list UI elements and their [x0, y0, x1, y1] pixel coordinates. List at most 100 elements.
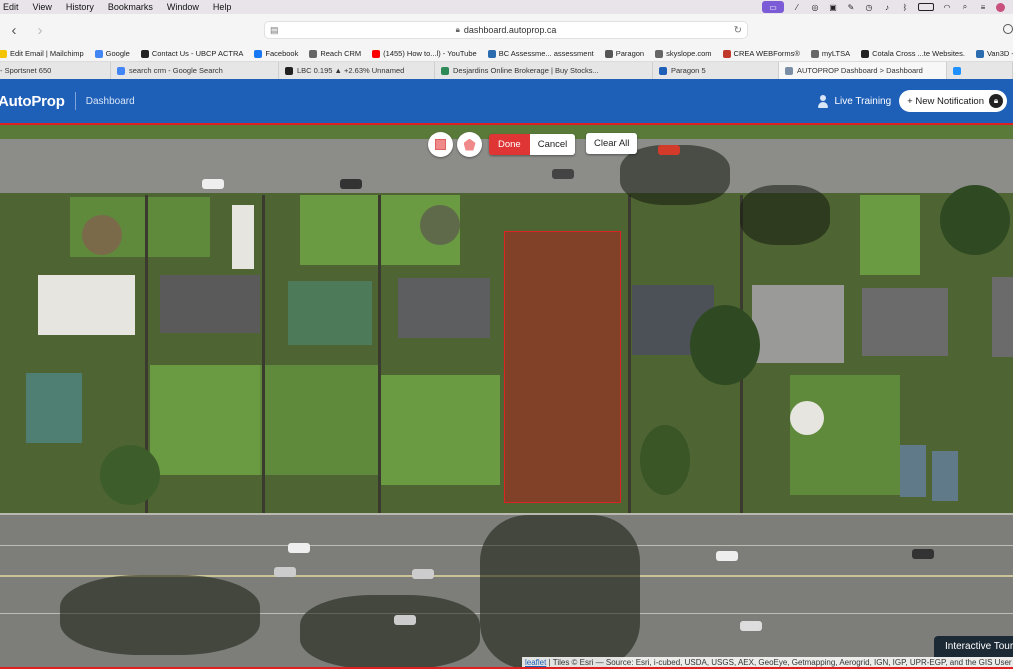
- live-training-link[interactable]: Live Training: [817, 94, 892, 108]
- control-center-icon[interactable]: ≡: [978, 3, 988, 12]
- time-machine-icon[interactable]: ◷: [864, 3, 874, 12]
- volume-icon[interactable]: ♪: [882, 3, 892, 12]
- leaflet-link[interactable]: leaflet: [525, 658, 546, 667]
- bookmarks-bar: Edit Email | Mailchimp Google Contact Us -…: [0, 46, 1013, 61]
- draw-rectangle-button[interactable]: [428, 132, 453, 157]
- extension-icon[interactable]: [1003, 24, 1013, 34]
- map-car: [552, 169, 574, 179]
- screen-share-icon[interactable]: ▭: [762, 1, 784, 13]
- bookmark-item[interactable]: myLTSA: [810, 49, 851, 58]
- menu-edit[interactable]: Edit: [0, 2, 26, 12]
- map-car: [658, 145, 680, 155]
- bookmark-label: (1455) How to...l) - YouTube: [383, 49, 477, 58]
- tab-favicon-icon: [117, 66, 125, 75]
- browser-tab[interactable]: search crm - Google Search: [111, 62, 279, 79]
- draw-polygon-button[interactable]: [457, 132, 482, 157]
- selected-parcel-polygon[interactable]: [504, 231, 621, 503]
- browser-tab[interactable]: - Sportsnet 650: [0, 62, 111, 79]
- browser-tab[interactable]: LBC 0.195 ▲ +2.63% Unnamed: [279, 62, 435, 79]
- browser-tab[interactable]: [947, 62, 1013, 79]
- reload-icon[interactable]: ↻: [734, 25, 742, 36]
- new-notification-label: + New Notification: [907, 95, 984, 107]
- bookmark-favicon-icon: [655, 49, 664, 58]
- bluetooth-icon[interactable]: ᛒ: [900, 3, 910, 12]
- map-tree-shadow: [740, 185, 830, 245]
- clear-all-button[interactable]: Clear All: [586, 133, 638, 154]
- autoprop-logo[interactable]: AutoProp: [0, 93, 65, 110]
- browser-toolbar: ‹ › ▤ 🔒︎ dashboard.autoprop.ca ↻: [0, 14, 1013, 46]
- map-building: [932, 451, 958, 501]
- bookmark-favicon-icon: [94, 49, 103, 58]
- bookmark-label: Facebook: [265, 49, 299, 58]
- map-car: [274, 567, 296, 577]
- bookmark-favicon-icon: [140, 49, 149, 58]
- map-lawn: [260, 365, 380, 475]
- satellite-map[interactable]: [0, 125, 1013, 669]
- bookmark-item[interactable]: CREA WEBForms®: [722, 49, 800, 58]
- map-tree-shadow: [300, 595, 480, 669]
- bookmark-item[interactable]: (1455) How to...l) - YouTube: [372, 49, 477, 58]
- bookmark-item[interactable]: Contact Us - UBCP ACTRA: [140, 49, 244, 58]
- map-fence: [378, 195, 381, 513]
- chatgpt-icon[interactable]: ◎: [810, 3, 820, 12]
- bookmark-favicon-icon: [309, 49, 318, 58]
- browser-tab[interactable]: Desjardins Online Brokerage | Buy Stocks…: [435, 62, 653, 79]
- spotlight-search-icon[interactable]: ⌕: [960, 2, 970, 12]
- tab-strip: - Sportsnet 650 search crm - Google Searc…: [0, 61, 1013, 79]
- bookmark-item[interactable]: BC Assessme... assessment: [487, 49, 594, 58]
- browser-tab-active[interactable]: AUTOPROP Dashboard > Dashboard: [779, 62, 947, 79]
- bookmark-favicon-icon: [487, 49, 496, 58]
- map-car: [716, 551, 738, 561]
- bookmark-favicon-icon: [722, 49, 731, 58]
- tab-favicon-icon: [285, 66, 293, 75]
- map-car: [202, 179, 224, 189]
- polygon-icon: [463, 138, 476, 151]
- bookmark-item[interactable]: Paragon: [604, 49, 644, 58]
- live-training-label: Live Training: [834, 95, 892, 107]
- map-building: [900, 445, 926, 497]
- bookmark-label: myLTSA: [821, 49, 851, 58]
- page-title[interactable]: Dashboard: [86, 96, 135, 107]
- tab-label: - Sportsnet 650: [0, 66, 52, 75]
- header-divider: [74, 92, 76, 110]
- map-car: [340, 179, 362, 189]
- bookmark-item[interactable]: Van3D - Prem...: [975, 49, 1013, 58]
- menu-window[interactable]: Window: [160, 2, 206, 12]
- page-settings-icon[interactable]: ▤: [270, 25, 279, 36]
- map-building: [26, 373, 82, 443]
- bookmark-item[interactable]: Facebook: [254, 49, 298, 58]
- battery-icon[interactable]: [918, 3, 934, 11]
- rectangle-icon: [435, 139, 446, 150]
- done-button[interactable]: Done: [489, 134, 530, 155]
- menu-view[interactable]: View: [26, 2, 59, 12]
- windows-icon[interactable]: ▣: [828, 3, 838, 12]
- bookmark-item[interactable]: Google: [94, 49, 130, 58]
- menu-history[interactable]: History: [59, 2, 101, 12]
- bookmark-item[interactable]: Reach CRM: [309, 49, 361, 58]
- address-bar[interactable]: ▤ 🔒︎ dashboard.autoprop.ca ↻: [264, 21, 748, 39]
- dropbox-icon[interactable]: ⁄: [792, 3, 802, 12]
- new-notification-button[interactable]: + New Notification 🔒︎: [899, 90, 1007, 112]
- map-building: [38, 275, 135, 335]
- user-avatar-icon[interactable]: [996, 2, 1005, 12]
- bookmark-label: Contact Us - UBCP ACTRA: [151, 49, 244, 58]
- menu-status-icons: ▭ ⁄ ◎ ▣ ✎ ◷ ♪ ᛒ ◠ ⌕ ≡: [762, 1, 1013, 13]
- browser-tab[interactable]: Paragon 5: [653, 62, 779, 79]
- interactive-tour-button[interactable]: Interactive Tour: [934, 636, 1013, 657]
- bookmark-favicon-icon: [810, 49, 819, 58]
- menu-bookmarks[interactable]: Bookmarks: [101, 2, 160, 12]
- map-tree: [690, 305, 760, 385]
- evernote-icon[interactable]: ✎: [846, 3, 856, 12]
- wifi-icon[interactable]: ◠: [942, 3, 952, 12]
- bookmark-item[interactable]: skyslope.com: [655, 49, 712, 58]
- map-building: [992, 277, 1013, 357]
- bookmark-item[interactable]: Cotala Cross ...te Websites.: [861, 49, 965, 58]
- back-arrow-icon[interactable]: ‹: [5, 21, 23, 39]
- bookmark-favicon-icon: [861, 49, 870, 58]
- bookmark-favicon-icon: [604, 49, 613, 58]
- attribution-text: | Tiles © Esri — Source: Esri, i-cubed, …: [546, 658, 1013, 667]
- menu-help[interactable]: Help: [206, 2, 239, 12]
- cancel-button[interactable]: Cancel: [529, 134, 576, 155]
- bookmark-item[interactable]: Edit Email | Mailchimp: [0, 49, 84, 58]
- forward-arrow-icon[interactable]: ›: [31, 21, 49, 39]
